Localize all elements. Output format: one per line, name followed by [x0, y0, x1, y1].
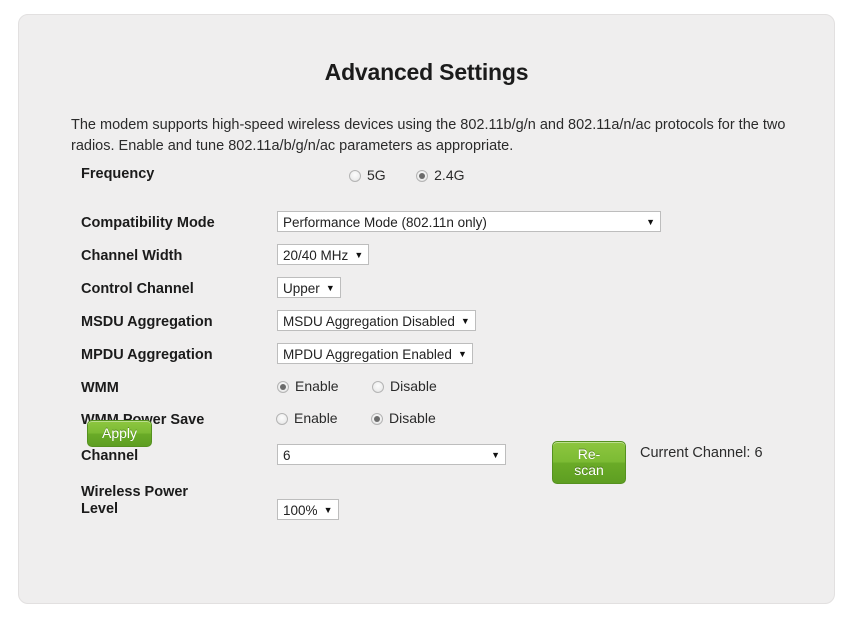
select-channel[interactable]: 6 ▼ [277, 444, 506, 465]
select-value: 20/40 MHz [283, 248, 349, 263]
row-channel-width: Channel Width 20/40 MHz ▼ [19, 244, 834, 277]
label-frequency: Frequency [81, 166, 155, 182]
radio-frequency-5g[interactable]: 5G [349, 167, 386, 183]
row-compatibility-mode: Compatibility Mode Performance Mode (802… [19, 211, 834, 244]
radio-label: 2.4G [434, 166, 465, 183]
chevron-down-icon: ▼ [354, 250, 364, 260]
label-line-1: Wireless Power [81, 484, 189, 500]
frequency-radio-group: 5G 2.4G [349, 166, 491, 184]
current-channel-status: Current Channel: 6 [640, 445, 763, 461]
advanced-settings-form: Frequency 5G 2.4G Compatibility Mode Per… [19, 165, 834, 523]
radio-label: Disable [390, 377, 437, 394]
select-value: MPDU Aggregation Enabled [283, 347, 452, 362]
radio-icon-unselected [372, 380, 385, 393]
chevron-down-icon: ▼ [323, 505, 333, 515]
chevron-down-icon: ▼ [646, 217, 655, 227]
select-control-channel[interactable]: Upper ▼ [277, 277, 341, 298]
select-value: 6 [283, 448, 291, 463]
row-msdu-aggregation: MSDU Aggregation MSDU Aggregation Disabl… [19, 310, 834, 343]
label-mpdu-aggregation: MPDU Aggregation [81, 347, 213, 363]
row-channel: Channel 6 ▼ Re-scan Current Channel: 6 [19, 441, 834, 484]
label-channel: Channel [81, 448, 139, 464]
label-line-2: Level [81, 501, 119, 517]
radio-label: Enable [295, 377, 339, 394]
select-compatibility-mode[interactable]: Performance Mode (802.11n only) ▼ [277, 211, 661, 232]
label-wireless-power-level: Wireless Power Level [81, 484, 261, 518]
intro-description: The modem supports high-speed wireless d… [71, 117, 786, 154]
apply-button[interactable]: Apply [87, 420, 152, 447]
msdu-aggregation-control: MSDU Aggregation Disabled ▼ [277, 310, 476, 331]
radio-frequency-24g[interactable]: 2.4G [416, 166, 465, 183]
row-wmm: WMM Enable Disable [19, 376, 834, 408]
chevron-down-icon: ▼ [325, 283, 335, 293]
label-control-channel: Control Channel [81, 281, 194, 297]
radio-wmm-enable[interactable]: Enable [277, 378, 339, 394]
rescan-button[interactable]: Re-scan [552, 441, 626, 484]
chevron-down-icon: ▼ [460, 316, 470, 326]
radio-icon-selected [371, 412, 384, 425]
row-control-channel: Control Channel Upper ▼ [19, 277, 834, 310]
row-wireless-power-level: Wireless Power Level 100% ▼ [19, 483, 834, 523]
label-compatibility-mode: Compatibility Mode [81, 215, 215, 231]
channel-control: 6 ▼ [277, 444, 506, 465]
select-value: Performance Mode (802.11n only) [283, 215, 487, 230]
label-channel-width: Channel Width [81, 248, 183, 264]
select-mpdu-aggregation[interactable]: MPDU Aggregation Enabled ▼ [277, 343, 473, 364]
compatibility-mode-control: Performance Mode (802.11n only) ▼ [277, 211, 661, 232]
radio-icon-unselected [349, 169, 361, 182]
page-title: Advanced Settings [324, 59, 529, 85]
channel-width-control: 20/40 MHz ▼ [277, 244, 370, 265]
radio-wmm-disable[interactable]: Disable [372, 378, 437, 394]
apply-button-wrap: Apply [87, 420, 152, 447]
row-frequency: Frequency 5G 2.4G [19, 165, 834, 211]
radio-wmm-power-save-disable[interactable]: Disable [371, 410, 436, 426]
select-value: Upper [283, 281, 320, 296]
select-channel-width[interactable]: 20/40 MHz ▼ [277, 244, 370, 265]
select-msdu-aggregation[interactable]: MSDU Aggregation Disabled ▼ [277, 310, 476, 331]
radio-icon-selected [277, 380, 289, 393]
radio-icon-unselected [276, 412, 288, 425]
row-mpdu-aggregation: MPDU Aggregation MPDU Aggregation Enable… [19, 343, 834, 376]
wmm-power-save-radio-group: Enable Disable [276, 409, 462, 427]
radio-label: 5G [367, 166, 386, 183]
chevron-down-icon: ▼ [491, 450, 500, 460]
select-wireless-power-level[interactable]: 100% ▼ [277, 499, 339, 520]
wmm-radio-group: Enable Disable [277, 377, 463, 395]
wireless-power-level-control: 100% ▼ [277, 499, 339, 520]
settings-panel: Advanced Settings The modem supports hig… [18, 14, 835, 604]
label-msdu-aggregation: MSDU Aggregation [81, 314, 213, 330]
chevron-down-icon: ▼ [457, 349, 467, 359]
radio-icon-selected [416, 169, 429, 182]
radio-label: Disable [389, 409, 436, 426]
mpdu-aggregation-control: MPDU Aggregation Enabled ▼ [277, 343, 473, 364]
select-value: MSDU Aggregation Disabled [283, 314, 455, 329]
radio-label: Enable [294, 409, 338, 426]
select-value: 100% [283, 503, 318, 518]
label-wmm: WMM [81, 380, 119, 396]
control-channel-control: Upper ▼ [277, 277, 341, 298]
radio-wmm-power-save-enable[interactable]: Enable [276, 410, 338, 426]
